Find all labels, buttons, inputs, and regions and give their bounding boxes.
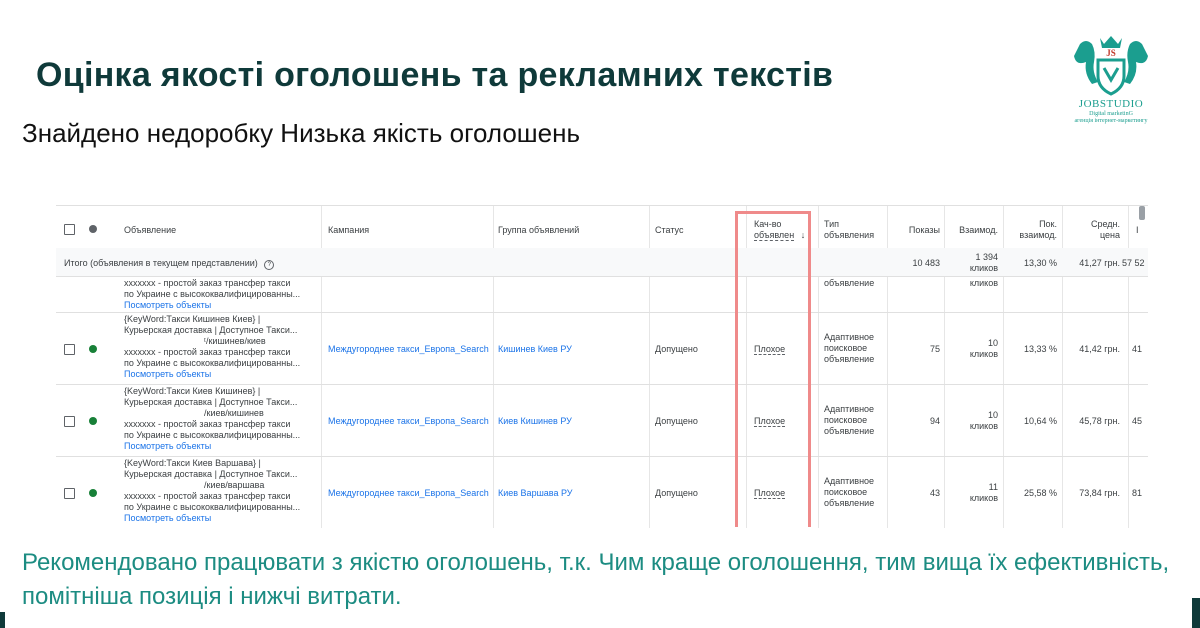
interactions: 10 кликов <box>969 410 998 431</box>
ad-text: {KeyWord:Такси Киев Кишинев} | Курьерска… <box>124 386 314 452</box>
svg-text:JS: JS <box>1106 48 1116 58</box>
col-type-label-1: Тип <box>824 219 840 229</box>
adgroup-link[interactable]: Кишинев Киев РУ <box>498 344 572 355</box>
col-rate-label-2: взаимод. <box>1019 230 1057 240</box>
extra-value: 41 <box>1132 344 1143 354</box>
table-row: {KeyWord:Такси Киев Кишинев} | Курьерска… <box>56 384 1148 456</box>
partial-interactions: кликов <box>969 278 998 288</box>
logo-tagline: Digital marketinG агенція інтернет-марке… <box>1066 111 1156 125</box>
slide-subtitle: Знайдено недоробку Низька якість оголоше… <box>22 118 581 148</box>
status-text: Допущено <box>655 344 698 354</box>
total-extra: 57 52 <box>1122 258 1145 268</box>
select-all-checkbox[interactable] <box>64 224 75 235</box>
row-checkbox[interactable] <box>64 488 75 499</box>
impressions: 75 <box>929 344 940 354</box>
interaction-rate: 10,64 % <box>1023 416 1057 426</box>
table-row-partial: ххххххх - простой заказ трансфер такси п… <box>56 276 1148 312</box>
col-status[interactable]: Статус <box>655 225 683 236</box>
col-ad[interactable]: Объявление <box>124 225 176 236</box>
status-text: Допущено <box>655 416 698 426</box>
impressions: 43 <box>929 488 940 498</box>
status-text: Допущено <box>655 488 698 498</box>
total-row: Итого (объявления в текущем представлени… <box>56 248 1148 276</box>
col-extra[interactable]: I <box>1136 225 1139 236</box>
col-impressions[interactable]: Показы <box>892 225 940 236</box>
col-interactions[interactable]: Взаимод. <box>948 225 998 236</box>
view-objects-link[interactable]: Посмотреть объекты <box>124 300 300 311</box>
total-interactions: 1 394 кликов <box>969 252 998 273</box>
campaign-link[interactable]: Междугороднее такси_Европа_Search <box>328 344 489 355</box>
campaign-link[interactable]: Междугороднее такси_Европа_Search <box>328 416 489 427</box>
quality-column-highlight <box>735 211 811 527</box>
extra-value: 81 <box>1132 488 1143 498</box>
avg-cost: 45,78 грн. <box>1079 416 1120 426</box>
decorative-bar-left <box>0 612 5 628</box>
logo-tagline-1: Digital marketinG <box>1089 111 1133 117</box>
table-scrollbar[interactable] <box>1139 206 1145 220</box>
total-avg-cost: 41,27 грн. <box>1079 258 1120 268</box>
total-rate: 13,30 % <box>1023 258 1057 268</box>
ad-type: Адаптивное поисковое объявление <box>824 404 875 436</box>
help-icon[interactable]: ? <box>264 260 275 270</box>
table-row: {KeyWord:Такси Кишинев Киев} | Курьерска… <box>56 312 1148 384</box>
logo-name: JOBSTUDIO <box>1078 98 1144 110</box>
col-avg-cost[interactable]: Средн. цена <box>1064 219 1120 241</box>
view-objects-link[interactable]: Посмотреть объекты <box>124 513 314 524</box>
interactions: 10 кликов <box>969 338 998 359</box>
interaction-rate: 13,33 % <box>1023 344 1057 354</box>
recommendation-text: Рекомендовано працювати з якістю оголоше… <box>22 549 1170 610</box>
ads-table: Объявление Кампания Группа объявлений Ст… <box>56 205 1148 528</box>
interaction-rate: 25,58 % <box>1023 488 1057 498</box>
col-rate-label-1: Пок. <box>1039 219 1057 229</box>
logo-tagline-2: агенція інтернет-маркетингу <box>1074 118 1148 124</box>
slide-title: Оцінка якості оголошень та рекламних тек… <box>36 56 834 94</box>
col-interaction-rate[interactable]: Пок. взаимод. <box>1006 219 1057 241</box>
col-type[interactable]: Тип объявления <box>824 219 874 241</box>
ad-text: {KeyWord:Такси Кишинев Киев} | Курьерска… <box>124 314 314 380</box>
row-checkbox[interactable] <box>64 344 75 355</box>
col-avg-label-1: Средн. <box>1090 219 1120 229</box>
partial-type: объявление <box>824 278 875 288</box>
avg-cost: 73,84 грн. <box>1079 488 1120 498</box>
ad-type: Адаптивное поисковое объявление <box>824 332 875 364</box>
ad-type: Адаптивное поисковое объявление <box>824 476 875 508</box>
table-row: {KeyWord:Такси Киев Варшава} | Курьерска… <box>56 456 1148 528</box>
decorative-bar-right <box>1192 598 1200 628</box>
avg-cost: 41,42 грн. <box>1079 344 1120 354</box>
interactions: 11 кликов <box>969 482 998 503</box>
campaign-link[interactable]: Междугороднее такси_Европа_Search <box>328 488 489 499</box>
status-dot-header <box>89 225 97 233</box>
ad-text: {KeyWord:Такси Киев Варшава} | Курьерска… <box>124 458 314 524</box>
status-dot-enabled <box>89 489 97 497</box>
view-objects-link[interactable]: Посмотреть объекты <box>124 369 314 380</box>
partial-ad-text: ххххххх - простой заказ трансфер такси п… <box>124 278 301 311</box>
view-objects-link[interactable]: Посмотреть объекты <box>124 441 314 452</box>
status-dot-enabled <box>89 417 97 425</box>
row-checkbox[interactable] <box>64 416 75 427</box>
total-impressions: 10 483 <box>912 258 940 268</box>
col-type-label-2: объявления <box>824 230 875 240</box>
adgroup-link[interactable]: Киев Кишинев РУ <box>498 416 572 427</box>
impressions: 94 <box>929 416 940 426</box>
extra-value: 45 <box>1132 416 1143 426</box>
col-adgroup[interactable]: Группа объявлений <box>498 225 579 236</box>
adgroup-link[interactable]: Киев Варшава РУ <box>498 488 573 499</box>
total-label: Итого (объявления в текущем представлени… <box>64 258 275 270</box>
status-dot-enabled <box>89 345 97 353</box>
col-campaign[interactable]: Кампания <box>328 225 369 236</box>
col-avg-label-2: цена <box>1099 230 1120 240</box>
table-header: Объявление Кампания Группа объявлений Ст… <box>56 206 1148 248</box>
